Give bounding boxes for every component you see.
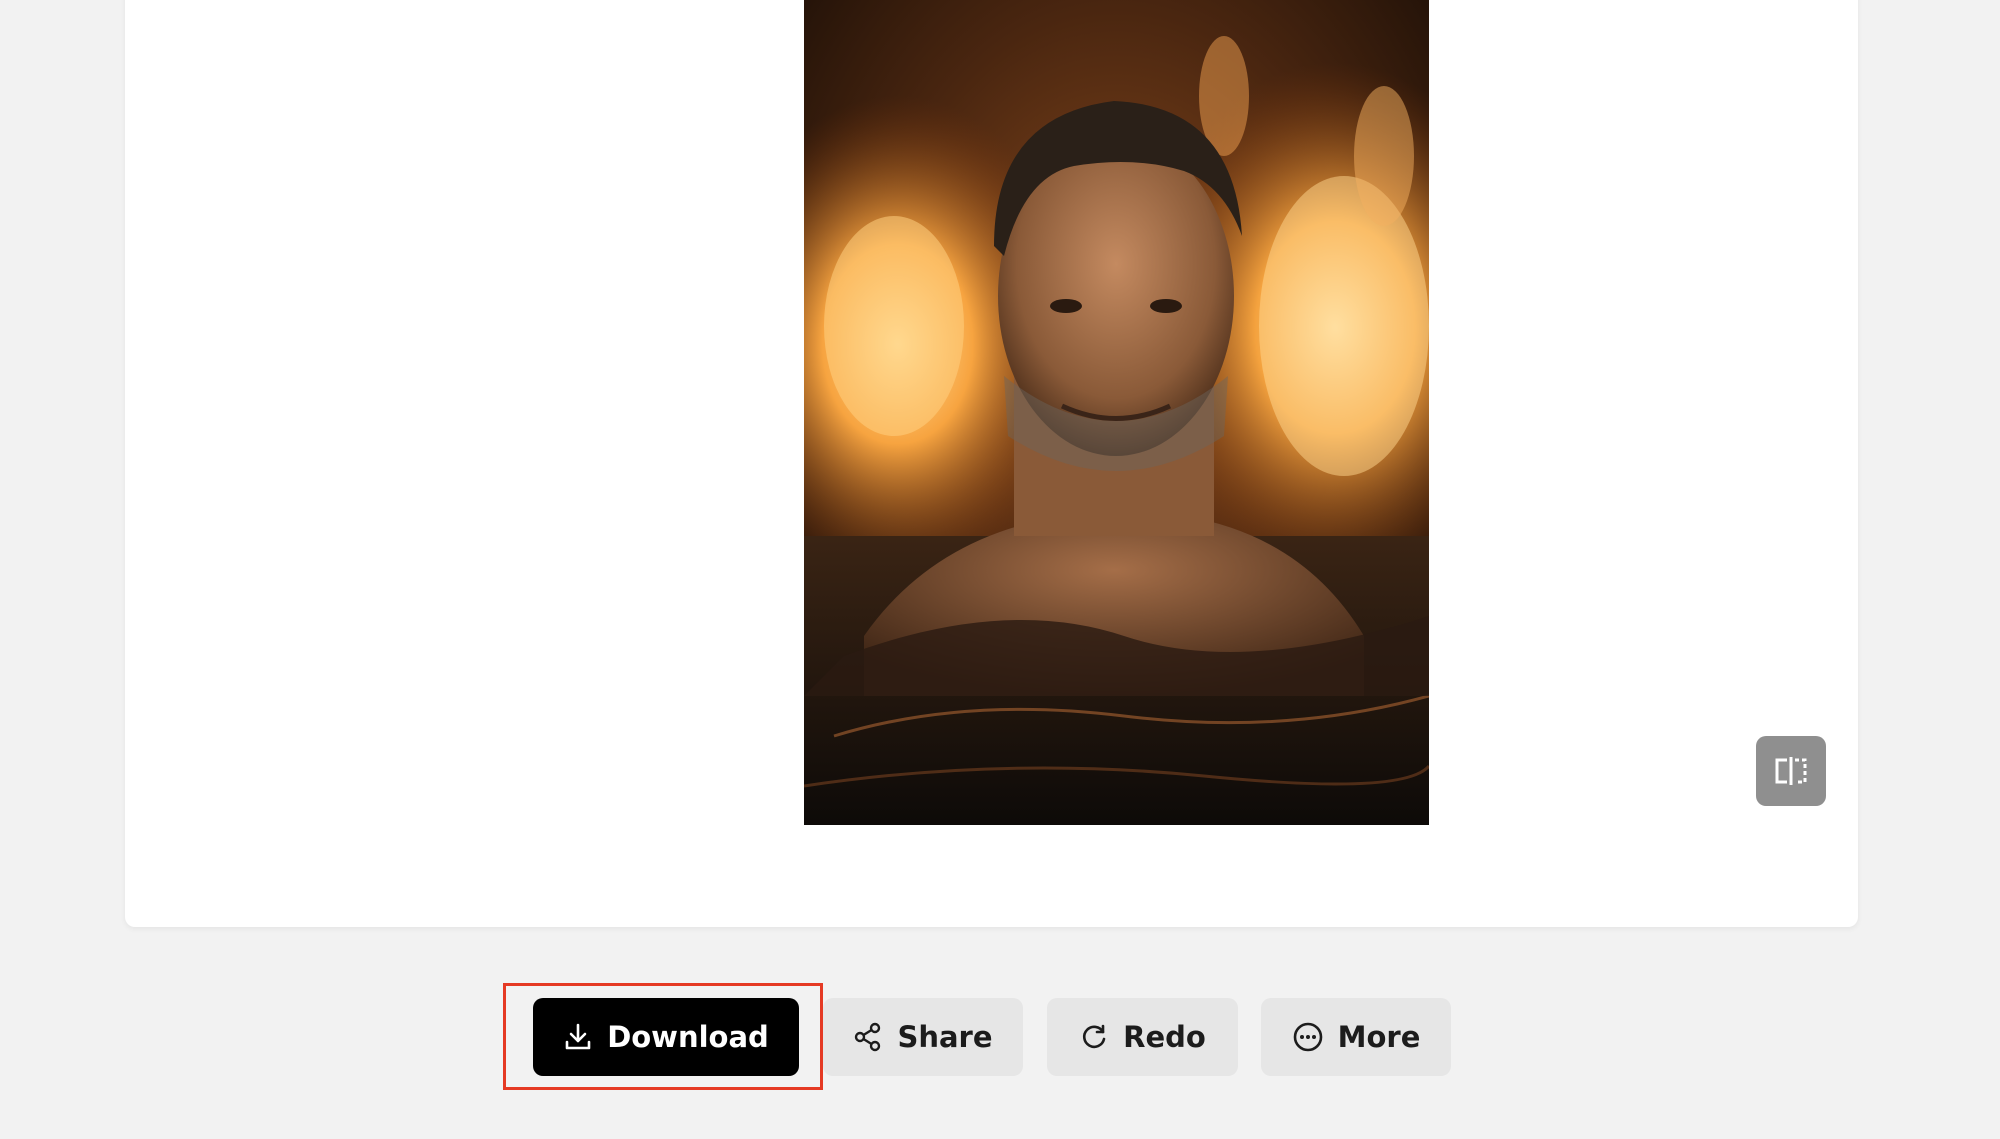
share-button[interactable]: Share: [823, 998, 1023, 1076]
redo-button[interactable]: Redo: [1047, 998, 1238, 1076]
download-icon: [563, 1022, 593, 1052]
image-preview-card: [125, 0, 1858, 927]
compare-split-icon: [1775, 757, 1807, 785]
share-label: Share: [897, 1020, 993, 1054]
more-label: More: [1337, 1020, 1421, 1054]
compare-button[interactable]: [1756, 736, 1826, 806]
portrait-image: [804, 0, 1429, 825]
action-bar: Download Share Redo More: [0, 998, 2000, 1076]
more-icon: [1292, 1021, 1324, 1053]
redo-icon: [1079, 1022, 1109, 1052]
redo-label: Redo: [1123, 1020, 1206, 1054]
more-button[interactable]: More: [1261, 998, 1451, 1076]
share-icon: [853, 1022, 883, 1052]
download-label: Download: [607, 1020, 769, 1054]
generated-image[interactable]: [804, 0, 1429, 825]
download-button[interactable]: Download: [533, 998, 799, 1076]
